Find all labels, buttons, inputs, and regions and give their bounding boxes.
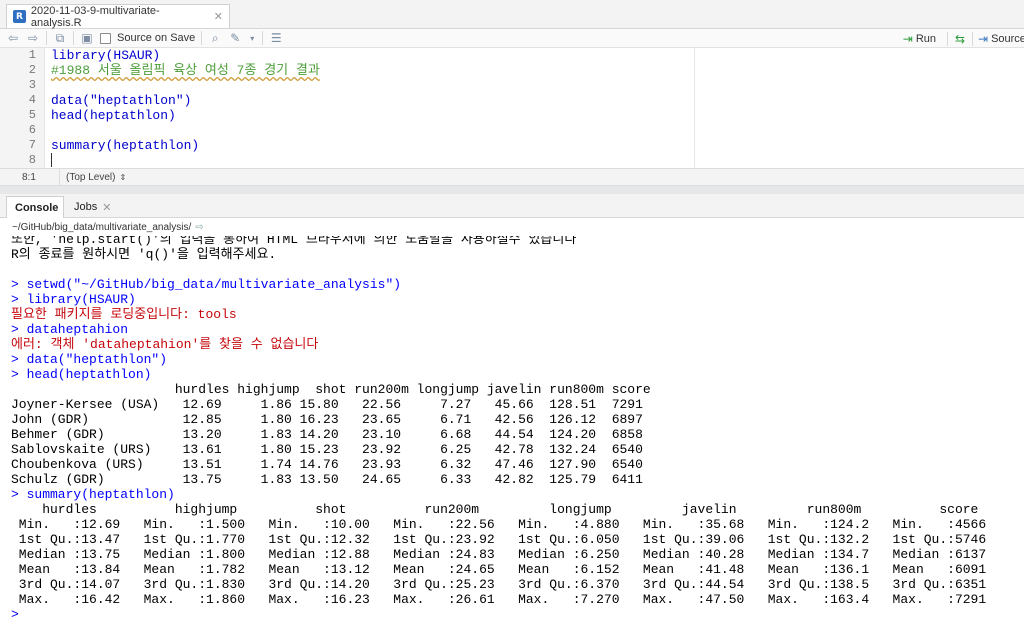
- file-tab-title: 2020-11-03-9-multivariate-analysis.R: [30, 4, 160, 29]
- line-number: 7: [28, 138, 36, 152]
- code-comment-line: #1988 서울 올림픽 육상 여성 7종 경기 결과: [51, 63, 320, 78]
- console-input-line: > data("heptathlon"): [11, 352, 168, 367]
- scope-label: (Top Level): [66, 171, 116, 183]
- file-tab[interactable]: R 2020-11-03-9-multivariate-analysis.R ✕: [6, 4, 230, 29]
- console-output-line: Sablovskaite (URS) 13.61 1.80 15.23 23.9…: [11, 442, 643, 457]
- line-number: 4: [28, 93, 36, 107]
- console-output-line: John (GDR) 12.85 1.80 16.23 23.65 6.71 4…: [11, 412, 643, 427]
- console-output-line: Joyner-Kersee (USA) 12.69 1.86 15.80 22.…: [11, 397, 643, 412]
- run-arrow-icon: ⇥: [902, 31, 913, 46]
- working-directory-path: ~/GitHub/big_data/multivariate_analysis/: [12, 221, 192, 233]
- code-line: library(HSAUR): [51, 48, 161, 63]
- close-icon[interactable]: ✕: [102, 201, 111, 214]
- rerun-icon[interactable]: ⇆: [953, 32, 967, 46]
- console-input-line: > dataheptahion: [11, 322, 129, 337]
- console-output-line: 3rd Qu.:14.07 3rd Qu.:1.830 3rd Qu.:14.2…: [11, 577, 1002, 592]
- console-output-line: R의 종료를 원하시면 'q()'을 입력해주세요.: [11, 247, 277, 262]
- comment-text: #1988 서울 올림픽 육상 여성 7종 경기 결과: [51, 63, 320, 78]
- console-output-line: Median :13.75 Median :1.800 Median :12.8…: [11, 547, 1002, 562]
- tab-jobs[interactable]: Jobs ✕: [66, 196, 118, 218]
- toolbar-divider: [201, 31, 203, 45]
- console-error-line: 에러: 객체 'dataheptahion'를 찾을 수 없습니다: [11, 337, 319, 352]
- toolbar-divider: [972, 31, 973, 46]
- forward-arrow-icon[interactable]: ⇨: [26, 31, 40, 45]
- console-output-line: hurdles highjump shot run200m longjump j…: [11, 502, 1018, 517]
- console-output-line: Schulz (GDR) 13.75 1.83 13.50 24.65 6.33…: [11, 472, 643, 487]
- cursor-position: 8:1: [0, 169, 60, 185]
- editor-tab-bar: R 2020-11-03-9-multivariate-analysis.R ✕: [0, 0, 1024, 29]
- toolbar-divider: [46, 31, 47, 45]
- run-button[interactable]: ⇥ Run: [903, 32, 936, 46]
- tab-console[interactable]: Console: [6, 196, 64, 218]
- pane-splitter[interactable]: [0, 186, 1024, 194]
- tab-jobs-label: Jobs: [74, 201, 98, 213]
- console-output-line: 또한, 'help.start()'의 입력을 통하여 HTML 브라우저에 의…: [11, 236, 577, 247]
- console-output-line: Mean :13.84 Mean :1.782 Mean :13.12 Mean…: [11, 562, 1002, 577]
- code-tools-wand-icon[interactable]: ✎: [228, 31, 242, 45]
- console-output-line: Max. :16.42 Max. :1.860 Max. :16.23 Max.…: [11, 592, 1002, 607]
- source-on-save-label: Source on Save: [117, 32, 196, 44]
- save-icon[interactable]: ▣: [80, 31, 94, 45]
- toolbar-divider: [262, 31, 264, 45]
- source-on-save-checkbox[interactable]: [100, 32, 111, 44]
- editor-toolbar: ⇦ ⇨ ⧉ ▣ Source on Save ⌕ ✎ ▾ ☰ ⇥ Run ⇆ ⇥…: [0, 29, 1024, 48]
- line-number: 8: [28, 153, 36, 167]
- search-icon[interactable]: ⌕: [208, 31, 222, 45]
- updown-chevron-icon: ⇕: [119, 172, 127, 182]
- editor-status-bar: 8:1 (Top Level) ⇕: [0, 168, 1024, 186]
- console-input-line: > summary(heptathlon): [11, 487, 175, 502]
- toolbar-right-group: ⇥ Run ⇆ ⇥ Source: [903, 29, 1024, 48]
- line-number: 5: [28, 108, 36, 122]
- toolbar-divider: [73, 31, 74, 45]
- line-number: 3: [28, 78, 36, 92]
- source-arrow-icon: ⇥: [978, 31, 989, 46]
- code-line: summary(heptathlon): [51, 138, 200, 153]
- show-in-window-icon[interactable]: ⧉: [53, 31, 67, 45]
- line-number: 6: [28, 123, 36, 137]
- console-output-line: 1st Qu.:13.47 1st Qu.:1.770 1st Qu.:12.3…: [11, 532, 1002, 547]
- line-number: 1: [28, 48, 36, 62]
- scope-selector[interactable]: (Top Level) ⇕: [60, 172, 126, 183]
- console-input-line: > library(HSAUR): [11, 292, 136, 307]
- tab-console-label: Console: [15, 201, 59, 214]
- close-icon[interactable]: ✕: [214, 10, 223, 23]
- compile-report-icon[interactable]: ☰: [269, 31, 283, 45]
- text-cursor: [51, 153, 52, 167]
- console-input-line: > head(heptathlon): [11, 367, 152, 382]
- r-file-icon: R: [13, 10, 26, 23]
- chevron-down-icon[interactable]: ▾: [248, 31, 256, 45]
- console-output[interactable]: 또한, 'help.start()'의 입력을 통하여 HTML 브라우저에 의…: [0, 236, 1024, 626]
- console-output-line: Min. :12.69 Min. :1.500 Min. :10.00 Min.…: [11, 517, 1002, 532]
- console-output-line: Choubenkova (URS) 13.51 1.74 14.76 23.93…: [11, 457, 643, 472]
- toolbar-divider: [947, 31, 948, 46]
- code-line: head(heptathlon): [51, 108, 176, 123]
- code-editor[interactable]: 1 2 3 4 5 6 7 8 library(HSAUR) #1988 서울 …: [0, 48, 1024, 168]
- console-output-line: Behmer (GDR) 13.20 1.83 14.20 23.10 6.68…: [11, 427, 643, 442]
- back-arrow-icon[interactable]: ⇦: [6, 31, 20, 45]
- console-text: 또한, 'help.start()'의 입력을 통하여 HTML 브라우저에 의…: [11, 236, 1017, 622]
- console-output-line: hurdles highjump shot run200m longjump j…: [11, 382, 651, 397]
- line-number-gutter: 1 2 3 4 5 6 7 8: [0, 48, 45, 168]
- print-margin-line: [694, 48, 695, 168]
- console-input-line: > setwd("~/GitHub/big_data/multivariate_…: [11, 277, 402, 292]
- console-tab-bar: Console Jobs ✕: [0, 194, 1024, 218]
- run-label: Run: [915, 32, 936, 45]
- source-button[interactable]: ⇥ Source: [978, 32, 1024, 46]
- working-directory-bar: ~/GitHub/big_data/multivariate_analysis/…: [0, 218, 1024, 236]
- code-line: data("heptathlon"): [51, 93, 192, 108]
- source-label: Source: [991, 32, 1024, 45]
- console-error-line: 필요한 패키지를 로딩중입니다: tools: [11, 307, 237, 322]
- go-to-directory-icon[interactable]: ⇨: [195, 222, 203, 233]
- line-number: 2: [28, 63, 36, 77]
- console-input-line: >: [11, 607, 27, 622]
